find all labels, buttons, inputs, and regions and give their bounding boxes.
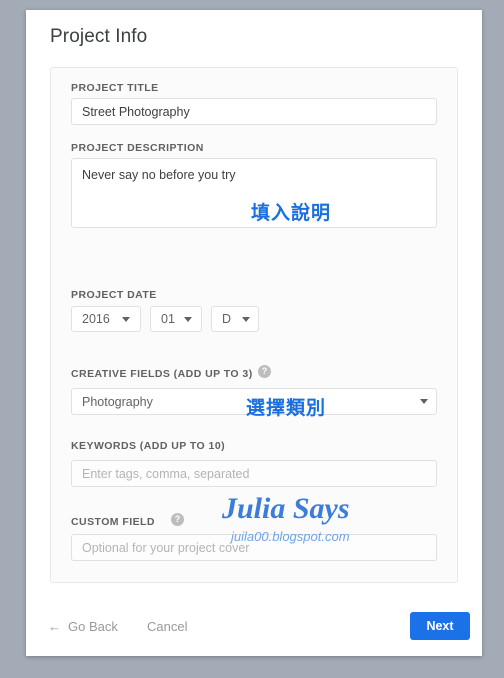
chevron-down-icon [184, 317, 192, 322]
project-info-card: Project Info PROJECT TITLE Street Photog… [26, 10, 482, 656]
project-date-year-select[interactable]: 2016 [71, 306, 141, 332]
project-date-day-select[interactable]: D [211, 306, 259, 332]
help-icon[interactable]: ? [171, 513, 184, 526]
help-icon[interactable]: ? [258, 365, 271, 378]
chevron-down-icon [420, 399, 428, 404]
custom-field-label: CUSTOM FIELD [71, 516, 155, 528]
back-arrow-icon: ← [48, 619, 61, 634]
project-date-month-select[interactable]: 01 [150, 306, 202, 332]
cancel-link[interactable]: Cancel [147, 619, 187, 634]
keywords-input[interactable]: Enter tags, comma, separated [71, 460, 437, 487]
project-title-label: PROJECT TITLE [71, 82, 159, 94]
project-description-label: PROJECT DESCRIPTION [71, 142, 204, 154]
description-annotation: 填入說明 [251, 203, 332, 224]
watermark-title: Julia Says [222, 492, 350, 525]
creative-fields-label: CREATIVE FIELDS (ADD UP TO 3) [71, 368, 253, 380]
project-title-input[interactable]: Street Photography [71, 98, 437, 125]
chevron-down-icon [242, 317, 250, 322]
project-date-label: PROJECT DATE [71, 289, 157, 301]
chevron-down-icon [122, 317, 130, 322]
creative-fields-annotation: 選擇類別 [246, 398, 327, 419]
go-back-link[interactable]: Go Back [68, 619, 118, 634]
page-title: Project Info [50, 26, 148, 47]
watermark-url: juila00.blogspot.com [231, 529, 350, 544]
keywords-label: KEYWORDS (ADD UP TO 10) [71, 440, 226, 452]
next-button[interactable]: Next [410, 612, 470, 640]
